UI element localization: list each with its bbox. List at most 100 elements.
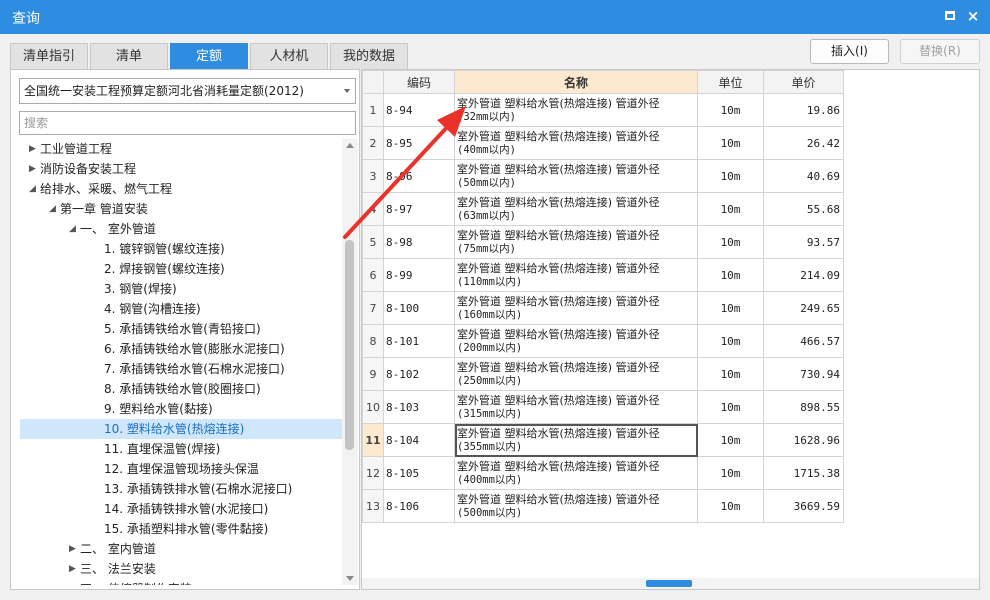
tree-node[interactable]: ▶四、 伸缩器制作安装 (69, 579, 192, 585)
cell-name[interactable]: 室外管道 塑料给水管(热熔连接) 管道外径 (355mm以内) (454, 423, 698, 457)
tree-node[interactable]: 8. 承插铸铁给水管(胶圈接口) (93, 379, 261, 399)
tree-node[interactable]: 14. 承插铸铁排水管(水泥接口) (93, 499, 268, 519)
cell-name[interactable]: 室外管道 塑料给水管(热熔连接) 管道外径 (110mm以内) (454, 258, 698, 292)
tab-labor-material-machine[interactable]: 人材机 (250, 43, 328, 69)
cell-price[interactable]: 55.68 (763, 192, 844, 226)
row-number[interactable]: 10 (362, 390, 384, 424)
row-number[interactable]: 12 (362, 456, 384, 490)
cell-price[interactable]: 26.42 (763, 126, 844, 160)
row-number[interactable]: 2 (362, 126, 384, 160)
collapse-arrow-icon[interactable]: ◢ (49, 199, 59, 219)
tree-node[interactable]: 10. 塑料给水管(热熔连接) (20, 419, 342, 439)
cell-code[interactable]: 8-101 (383, 324, 455, 358)
row-number[interactable]: 5 (362, 225, 384, 259)
cell-name[interactable]: 室外管道 塑料给水管(热熔连接) 管道外径 (250mm以内) (454, 357, 698, 391)
header-unit[interactable]: 单位 (697, 70, 764, 94)
cell-code[interactable]: 8-105 (383, 456, 455, 490)
tree-node[interactable]: ◢ 第一章 管道安装 (49, 199, 148, 219)
table-row[interactable]: 4 8-97 室外管道 塑料给水管(热熔连接) 管道外径 (63mm以内) 10m 55.… (362, 192, 844, 226)
cell-unit[interactable]: 10m (697, 324, 764, 358)
table-row[interactable]: 8 8-101 室外管道 塑料给水管(热熔连接) 管道外径 (200mm以内) 10m 4… (362, 324, 844, 358)
tree-node[interactable]: 6. 承插铸铁给水管(膨胀水泥接口) (93, 339, 285, 359)
table-row[interactable]: 6 8-99 室外管道 塑料给水管(热熔连接) 管道外径 (110mm以内) 10m 21… (362, 258, 844, 292)
collapse-arrow-icon[interactable]: ◢ (69, 219, 79, 239)
cell-code[interactable]: 8-98 (383, 225, 455, 259)
tree-node[interactable]: ◢ 一、 室外管道 (69, 219, 156, 239)
cell-name[interactable]: 室外管道 塑料给水管(热熔连接) 管道外径 (315mm以内) (454, 390, 698, 424)
cell-name[interactable]: 室外管道 塑料给水管(热熔连接) 管道外径 (63mm以内) (454, 192, 698, 226)
header-name[interactable]: 名称 (454, 70, 698, 94)
cell-code[interactable]: 8-103 (383, 390, 455, 424)
row-number[interactable]: 6 (362, 258, 384, 292)
scroll-up-icon[interactable] (346, 143, 354, 148)
table-row[interactable]: 13 8-106 室外管道 塑料给水管(热熔连接) 管道外径 (500mm以内) 10m… (362, 489, 844, 523)
chevron-down-icon[interactable] (344, 89, 350, 93)
table-row[interactable]: 9 8-102 室外管道 塑料给水管(热熔连接) 管道外径 (250mm以内) 10m 7… (362, 357, 844, 391)
scroll-thumb[interactable] (345, 240, 354, 450)
splitter-handle[interactable] (646, 580, 692, 587)
row-number[interactable]: 8 (362, 324, 384, 358)
tree-scrollbar[interactable] (342, 139, 358, 585)
grid-horizontal-scrollbar[interactable] (362, 578, 979, 589)
tab-list-guide[interactable]: 清单指引 (10, 43, 88, 69)
table-row[interactable]: 11 8-104 室外管道 塑料给水管(热熔连接) 管道外径 (355mm以内) 10m… (362, 423, 844, 457)
cell-code[interactable]: 8-100 (383, 291, 455, 325)
row-number[interactable]: 1 (362, 93, 384, 127)
row-number[interactable]: 7 (362, 291, 384, 325)
cell-price[interactable]: 40.69 (763, 159, 844, 193)
cell-price[interactable]: 19.86 (763, 93, 844, 127)
tree-node[interactable]: 5. 承插铸铁给水管(青铅接口) (93, 319, 261, 339)
search-input[interactable] (19, 111, 356, 135)
cell-unit[interactable]: 10m (697, 93, 764, 127)
insert-button[interactable]: 插入(I) (810, 39, 889, 64)
cell-code[interactable]: 8-95 (383, 126, 455, 160)
quota-library-select[interactable]: 全国统一安装工程预算定额河北省消耗量定额(2012) (19, 78, 356, 104)
table-row[interactable]: 5 8-98 室外管道 塑料给水管(热熔连接) 管道外径 (75mm以内) 10m 93.… (362, 225, 844, 259)
cell-unit[interactable]: 10m (697, 192, 764, 226)
tree-node[interactable]: 12. 直埋保温管现场接头保温 (93, 459, 259, 479)
tree-node[interactable]: 1. 镀锌钢管(螺纹连接) (93, 239, 225, 259)
tree-node[interactable]: 15. 承插塑料排水管(零件黏接) (93, 519, 268, 539)
cell-name[interactable]: 室外管道 塑料给水管(热熔连接) 管道外径 (40mm以内) (454, 126, 698, 160)
cell-unit[interactable]: 10m (697, 423, 764, 457)
cell-name[interactable]: 室外管道 塑料给水管(热熔连接) 管道外径 (500mm以内) (454, 489, 698, 523)
cell-unit[interactable]: 10m (697, 258, 764, 292)
tree-node[interactable]: ▶ 二、 室内管道 (69, 539, 156, 559)
cell-price[interactable]: 214.09 (763, 258, 844, 292)
cell-code[interactable]: 8-102 (383, 357, 455, 391)
expand-arrow-icon[interactable]: ▶ (69, 559, 79, 579)
close-icon[interactable]: × (966, 9, 980, 24)
cell-price[interactable]: 1628.96 (763, 423, 844, 457)
cell-unit[interactable]: 10m (697, 159, 764, 193)
cell-unit[interactable]: 10m (697, 489, 764, 523)
replace-button[interactable]: 替换(R) (900, 39, 980, 64)
tree-node[interactable]: 11. 直埋保温管(焊接) (93, 439, 220, 459)
cell-code[interactable]: 8-99 (383, 258, 455, 292)
row-number[interactable]: 9 (362, 357, 384, 391)
cell-name[interactable]: 室外管道 塑料给水管(热熔连接) 管道外径 (160mm以内) (454, 291, 698, 325)
header-code[interactable]: 编码 (383, 70, 455, 94)
scroll-down-icon[interactable] (346, 576, 354, 581)
cell-code[interactable]: 8-104 (383, 423, 455, 457)
cell-unit[interactable]: 10m (697, 225, 764, 259)
tab-list[interactable]: 清单 (90, 43, 168, 69)
cell-name[interactable]: 室外管道 塑料给水管(热熔连接) 管道外径 (75mm以内) (454, 225, 698, 259)
table-row[interactable]: 7 8-100 室外管道 塑料给水管(热熔连接) 管道外径 (160mm以内) 10m 2… (362, 291, 844, 325)
table-row[interactable]: 10 8-103 室外管道 塑料给水管(热熔连接) 管道外径 (315mm以内) 10m… (362, 390, 844, 424)
table-row[interactable]: 3 8-96 室外管道 塑料给水管(热熔连接) 管道外径 (50mm以内) 10m 40.… (362, 159, 844, 193)
cell-code[interactable]: 8-94 (383, 93, 455, 127)
cell-name[interactable]: 室外管道 塑料给水管(热熔连接) 管道外径 (32mm以内) (454, 93, 698, 127)
header-price[interactable]: 单价 (763, 70, 844, 94)
cell-price[interactable]: 466.57 (763, 324, 844, 358)
tree-node[interactable]: ▶ 工业管道工程 (29, 139, 112, 159)
tree-node[interactable]: 13. 承插铸铁排水管(石棉水泥接口) (93, 479, 292, 499)
cell-code[interactable]: 8-106 (383, 489, 455, 523)
cell-name[interactable]: 室外管道 塑料给水管(热熔连接) 管道外径 (400mm以内) (454, 456, 698, 490)
expand-arrow-icon[interactable]: ▶ (69, 579, 79, 585)
tree-node[interactable]: ▶ 三、 法兰安装 (69, 559, 156, 579)
cell-price[interactable]: 3669.59 (763, 489, 844, 523)
cell-unit[interactable]: 10m (697, 126, 764, 160)
cell-unit[interactable]: 10m (697, 390, 764, 424)
tree-node[interactable]: 3. 钢管(焊接) (93, 279, 177, 299)
row-number[interactable]: 4 (362, 192, 384, 226)
